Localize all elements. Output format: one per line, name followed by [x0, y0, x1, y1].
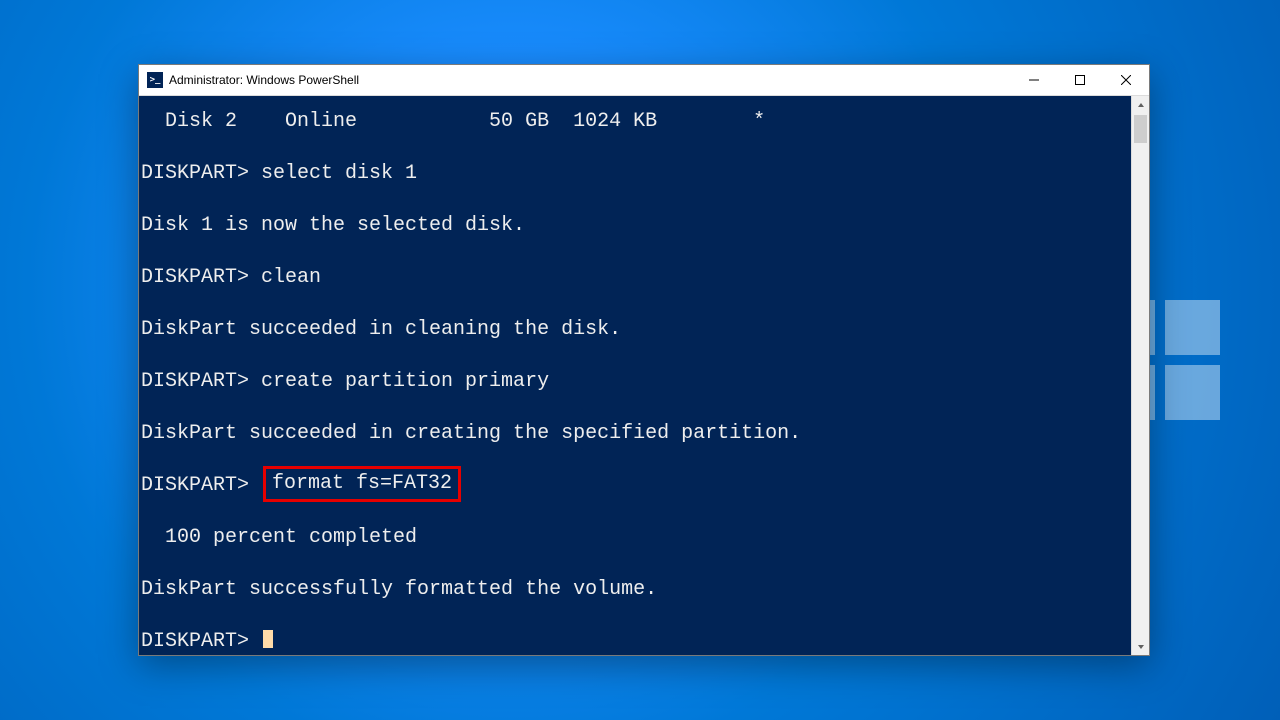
cursor-icon: [263, 630, 273, 648]
terminal-line: DISKPART>: [141, 616, 1131, 655]
terminal-line: DiskPart successfully formatted the volu…: [141, 564, 1131, 616]
terminal-output[interactable]: Disk 2 Online 50 GB 1024 KB *DISKPART> s…: [139, 96, 1131, 655]
scrollbar-track[interactable]: [1132, 113, 1149, 638]
maximize-button[interactable]: [1057, 65, 1103, 95]
prompt-text: DISKPART>: [141, 474, 261, 497]
close-button[interactable]: [1103, 65, 1149, 95]
terminal-line: 100 percent completed: [141, 512, 1131, 564]
powershell-window: >_ Administrator: Windows PowerShell Dis…: [138, 64, 1150, 656]
terminal-line: DISKPART> select disk 1: [141, 148, 1131, 200]
prompt-text: DISKPART>: [141, 630, 261, 653]
scroll-up-button[interactable]: [1132, 96, 1149, 113]
window-title: Administrator: Windows PowerShell: [169, 73, 359, 87]
highlighted-command: format fs=FAT32: [263, 466, 461, 502]
powershell-icon: >_: [147, 72, 163, 88]
vertical-scrollbar[interactable]: [1131, 96, 1149, 655]
terminal-line: DiskPart succeeded in cleaning the disk.: [141, 304, 1131, 356]
terminal-line: Disk 2 Online 50 GB 1024 KB *: [141, 96, 1131, 148]
scroll-down-button[interactable]: [1132, 638, 1149, 655]
window-client-area: Disk 2 Online 50 GB 1024 KB *DISKPART> s…: [139, 96, 1149, 655]
title-bar[interactable]: >_ Administrator: Windows PowerShell: [139, 65, 1149, 96]
terminal-line: DISKPART> format fs=FAT32: [141, 460, 1131, 512]
terminal-line: Disk 1 is now the selected disk.: [141, 200, 1131, 252]
desktop-background: >_ Administrator: Windows PowerShell Dis…: [0, 0, 1280, 720]
minimize-button[interactable]: [1011, 65, 1057, 95]
scrollbar-thumb[interactable]: [1134, 115, 1147, 143]
terminal-line: DiskPart succeeded in creating the speci…: [141, 408, 1131, 460]
terminal-line: DISKPART> create partition primary: [141, 356, 1131, 408]
terminal-line: DISKPART> clean: [141, 252, 1131, 304]
